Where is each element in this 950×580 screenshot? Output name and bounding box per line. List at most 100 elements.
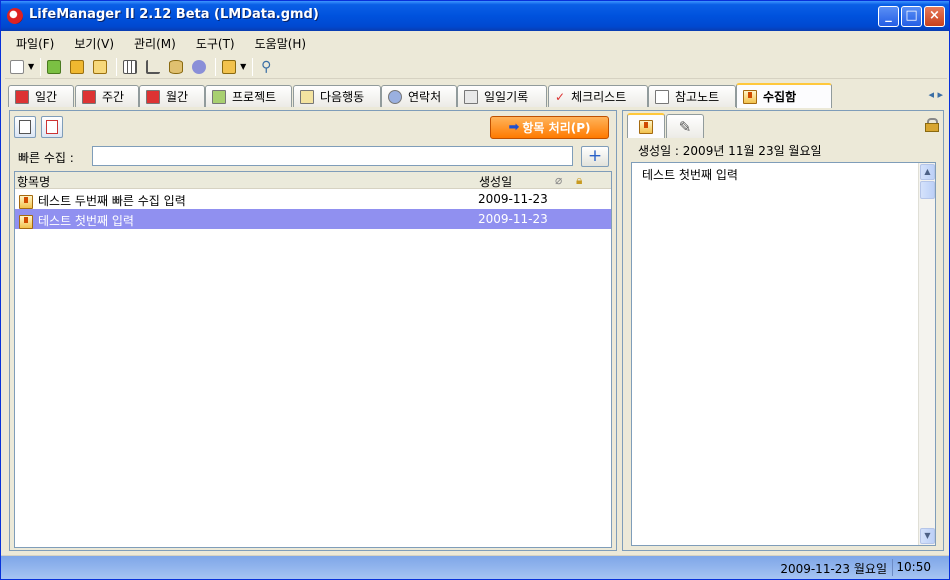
menu-bar: 파일(F) 보기(V) 관리(M) 도구(T) 도움말(H) [5, 32, 947, 53]
scroll-up-icon[interactable]: ▲ [920, 164, 935, 180]
status-separator [892, 559, 893, 576]
tab-label: 체크리스트 [571, 90, 627, 104]
toolbar-separator [215, 57, 217, 76]
tab-weekly[interactable]: 주간 [75, 85, 139, 107]
maximize-button[interactable]: □ [901, 6, 922, 27]
close-button[interactable]: × [924, 6, 945, 27]
lock-column-icon[interactable]: 🔒︎ [576, 173, 582, 188]
inbox-list: 항목명 생성일 ⌀ 🔒︎ 테스트 두번째 빠른 수집 입력 2009-11-23… [14, 171, 612, 548]
tab-checklist[interactable]: ✓ 체크리스트 [548, 85, 648, 107]
attachment-column-icon[interactable]: ⌀ [555, 173, 562, 187]
detail-tab-inbox[interactable] [627, 113, 665, 138]
arrow-right-icon: ➡ [508, 120, 520, 135]
window-title: LifeManager II 2.12 Beta (LMData.gmd) [29, 7, 319, 22]
process-button-label: 항목 처리(P) [522, 121, 591, 135]
inbox-icon [743, 89, 757, 104]
menu-help[interactable]: 도움말(H) [244, 32, 316, 53]
calendar-month-icon [146, 89, 160, 104]
grid-view-button[interactable] [120, 57, 140, 77]
list-item[interactable]: 테스트 두번째 빠른 수집 입력 2009-11-23 [15, 189, 611, 209]
tab-bar: 일간 주간 월간 프로젝트 다음행동 연락처 일일기록 ✓ 체크리스트 참고노트 … [5, 83, 947, 108]
search-icon: ⚲ [261, 58, 272, 75]
tab-label: 월간 [166, 90, 189, 104]
grid-icon [123, 59, 138, 74]
inbox-item-icon [19, 212, 33, 229]
attachment-icon: ✎ [678, 117, 692, 136]
tree-view-button[interactable] [143, 57, 163, 77]
next-action-icon [300, 89, 314, 104]
tab-inbox[interactable]: 수집함 [736, 83, 832, 108]
contact-icon [388, 89, 402, 104]
tab-reference-notes[interactable]: 참고노트 [648, 85, 736, 107]
toolbar-separator [252, 57, 254, 76]
list-item-selected[interactable]: 테스트 첫번째 입력 2009-11-23 [15, 209, 611, 229]
status-time: 10:50 [896, 560, 931, 574]
tab-scroll-arrows[interactable]: ◂ ▸ [928, 88, 943, 101]
scroll-thumb[interactable] [920, 181, 935, 199]
column-header-name[interactable]: 항목명 [17, 173, 50, 190]
dropdown-caret-icon[interactable]: ▼ [28, 62, 34, 71]
search-button[interactable]: ⚲ [256, 57, 276, 77]
list-header: 항목명 생성일 ⌀ 🔒︎ [15, 172, 611, 189]
tab-scroll-left-icon[interactable]: ◂ [928, 88, 934, 101]
dropdown-caret-icon[interactable]: ▼ [240, 62, 246, 71]
database-button[interactable] [166, 57, 186, 77]
menu-tools[interactable]: 도구(T) [185, 32, 244, 53]
lock-button[interactable] [219, 57, 239, 77]
note-text-area[interactable]: 테스트 첫번째 입력 ▲ ▼ [631, 162, 936, 546]
column-header-created[interactable]: 생성일 [479, 173, 512, 190]
quick-capture-label: 빠른 수집 : [18, 151, 74, 165]
import-button[interactable] [44, 57, 64, 77]
add-document-icon [19, 120, 31, 134]
quick-add-button[interactable]: + [581, 146, 609, 167]
menu-file[interactable]: 파일(F) [5, 32, 63, 53]
vertical-scrollbar[interactable]: ▲ ▼ [918, 163, 935, 545]
settings-button[interactable] [189, 57, 209, 77]
add-item-button[interactable] [14, 116, 36, 138]
tab-label: 수집함 [763, 90, 797, 104]
status-date: 2009-11-23 월요일 [780, 562, 887, 576]
backup-button[interactable] [90, 57, 110, 77]
tab-journal[interactable]: 일일기록 [457, 85, 547, 107]
inbox-icon [639, 119, 653, 134]
scroll-down-icon[interactable]: ▼ [920, 528, 935, 544]
tab-monthly[interactable]: 월간 [139, 85, 205, 107]
item-name: 테스트 두번째 빠른 수집 입력 [38, 194, 186, 208]
detail-tab-attachment[interactable]: ✎ [666, 114, 704, 138]
menu-manage[interactable]: 관리(M) [123, 32, 185, 53]
note-content[interactable]: 테스트 첫번째 입력 [642, 166, 738, 183]
export-button[interactable] [67, 57, 87, 77]
lock-icon [222, 59, 237, 74]
menu-view[interactable]: 보기(V) [63, 32, 123, 53]
app-window: LifeManager II 2.12 Beta (LMData.gmd) _ … [0, 0, 950, 580]
tab-label: 참고노트 [675, 90, 720, 104]
title-bar[interactable]: LifeManager II 2.12 Beta (LMData.gmd) _ … [1, 1, 949, 31]
tab-scroll-right-icon[interactable]: ▸ [937, 88, 943, 101]
note-icon [655, 89, 669, 104]
tree-icon [146, 59, 161, 74]
export-icon [70, 59, 85, 74]
tab-label: 연락처 [408, 90, 442, 104]
tab-daily[interactable]: 일간 [8, 85, 74, 107]
tab-label: 주간 [102, 90, 125, 104]
backup-icon [93, 59, 108, 74]
minimize-button[interactable]: _ [878, 6, 899, 27]
database-icon [169, 59, 184, 74]
tab-project[interactable]: 프로젝트 [205, 85, 292, 107]
tab-next-action[interactable]: 다음행동 [293, 85, 381, 107]
process-item-button[interactable]: ➡ 항목 처리(P) [490, 116, 609, 139]
toolbar: ▼ ▼ ⚲ [5, 55, 947, 79]
delete-item-button[interactable] [41, 116, 63, 138]
project-icon [212, 89, 226, 104]
tab-label: 다음행동 [320, 90, 365, 104]
tab-contacts[interactable]: 연락처 [381, 85, 457, 107]
item-detail-panel: ✎ 생성일 : 2009년 11월 23일 월요일 테스트 첫번째 입력 ▲ ▼ [622, 110, 944, 551]
journal-icon [464, 89, 478, 104]
tab-label: 일일기록 [484, 90, 529, 104]
checklist-icon: ✓ [555, 89, 566, 104]
quick-capture-input[interactable] [92, 146, 573, 166]
unlock-icon[interactable] [925, 118, 939, 132]
app-icon[interactable] [7, 8, 23, 24]
inbox-list-panel: ➡ 항목 처리(P) 빠른 수집 : + 항목명 생성일 ⌀ 🔒︎ 테스트 두번… [9, 110, 617, 551]
new-item-button[interactable] [7, 57, 27, 77]
